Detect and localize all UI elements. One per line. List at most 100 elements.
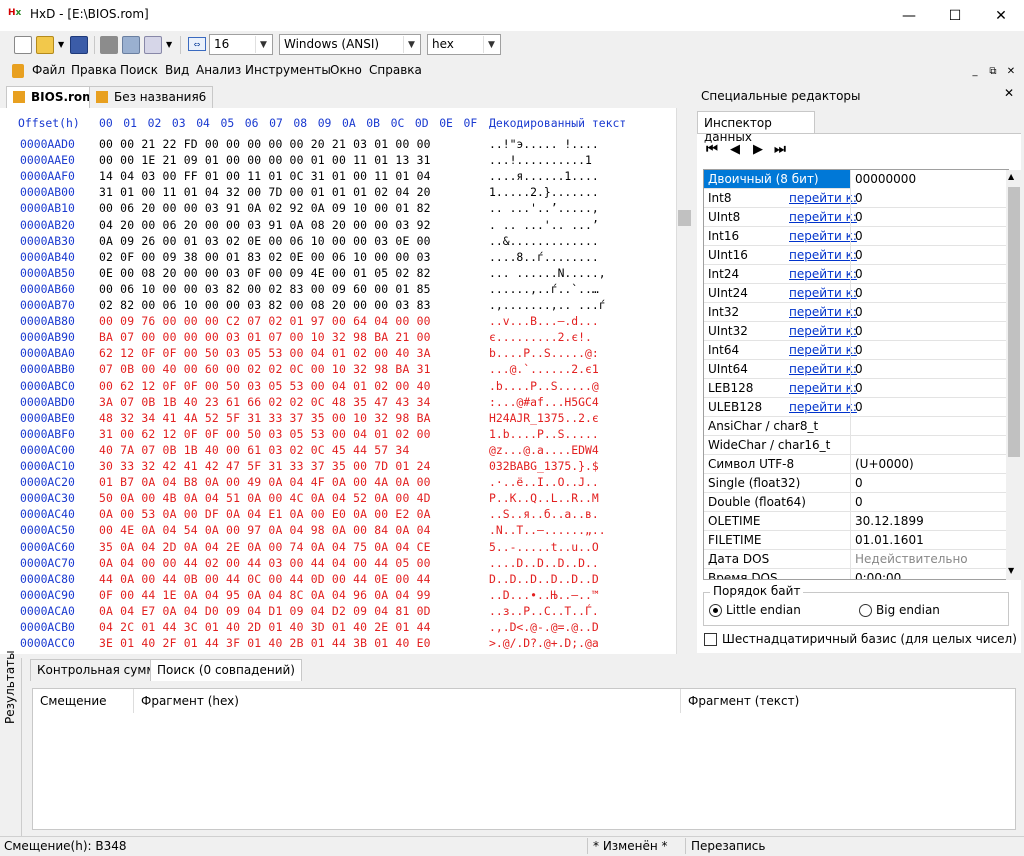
col-fragment-text[interactable]: Фрагмент (текст)	[688, 694, 799, 708]
inspector-value[interactable]: 0	[855, 305, 863, 319]
row-decoded-text[interactable]: ...@.`......2.є1	[489, 362, 599, 376]
inspector-value[interactable]: 0	[855, 286, 863, 300]
row-decoded-text[interactable]: 5..-.....t..u..О	[489, 540, 599, 554]
little-endian-label[interactable]: Little endian	[726, 603, 801, 617]
close-button[interactable]: ✕	[978, 0, 1024, 31]
inspector-row[interactable]: Int32 перейти к: 0	[704, 303, 1008, 322]
row-hex-bytes[interactable]: 14 04 03 00 FF 01 00 11 01 0C 31 01 00 1…	[99, 169, 431, 183]
inspector-value[interactable]: 0	[855, 476, 863, 490]
memory-icon[interactable]	[144, 36, 162, 54]
row-decoded-text[interactable]: 032BABG_1375.}.$	[489, 459, 599, 473]
row-decoded-text[interactable]: є.........2.є!.	[489, 330, 592, 344]
goto-link[interactable]: перейти к:	[789, 305, 857, 319]
row-decoded-text[interactable]: ..з..Р..С..Т..Ѓ.	[489, 604, 599, 618]
last-icon[interactable]: ⏭	[773, 142, 787, 157]
inspector-row[interactable]: Int16 перейти к: 0	[704, 227, 1008, 246]
inspector-scrollbar-thumb[interactable]	[1008, 187, 1020, 457]
row-hex-bytes[interactable]: 0A 09 26 00 01 03 02 0E 00 06 10 00 00 0…	[99, 234, 431, 248]
inspector-row[interactable]: Int8 перейти к: 0	[704, 189, 1008, 208]
inspector-value[interactable]: 0	[855, 343, 863, 357]
inspector-value[interactable]: 0	[855, 400, 863, 414]
row-decoded-text[interactable]: .·..ё..I..O..J..	[489, 475, 599, 489]
row-decoded-text[interactable]: @z...@.a....EDW4	[489, 443, 599, 457]
row-decoded-text[interactable]: ... ......N.....,	[489, 266, 606, 280]
row-hex-bytes[interactable]: 0A 04 E7 0A 04 D0 09 04 D1 09 04 D2 09 0…	[99, 604, 431, 618]
row-hex-bytes[interactable]: 31 01 00 11 01 04 32 00 7D 00 01 01 01 0…	[99, 185, 431, 199]
row-hex-bytes[interactable]: BA 07 00 00 00 00 03 01 07 00 10 32 98 B…	[99, 330, 431, 344]
row-decoded-text[interactable]: 1.....2.}.......	[489, 185, 599, 199]
row-hex-bytes[interactable]: 07 0B 00 40 00 60 00 02 02 0C 00 10 32 9…	[99, 362, 431, 376]
inspector-value[interactable]: 0	[855, 267, 863, 281]
inspector-row[interactable]: UInt24 перейти к: 0	[704, 284, 1008, 303]
row-decoded-text[interactable]: ...!..........1	[489, 153, 592, 167]
row-decoded-text[interactable]: D..D..D..D..D..D	[489, 572, 599, 586]
big-endian-radio[interactable]	[859, 604, 872, 617]
row-decoded-text[interactable]: ..!"э..... !....	[489, 137, 599, 151]
row-decoded-text[interactable]: ......,..ѓ..`..…	[489, 282, 599, 296]
row-hex-bytes[interactable]: 0A 04 00 00 44 02 00 44 03 00 44 04 00 4…	[99, 556, 431, 570]
inspector-value[interactable]: Недействительно	[855, 552, 968, 566]
inspector-row[interactable]: Символ UTF-8 (U+0000)	[704, 455, 1008, 474]
row-decoded-text[interactable]: b....P..S.....@:	[489, 346, 599, 360]
row-decoded-text[interactable]: ..&.............	[489, 234, 599, 248]
row-decoded-text[interactable]: .,.D<.@-.@=.@..D	[489, 620, 599, 634]
inspector-row[interactable]: UInt32 перейти к: 0	[704, 322, 1008, 341]
scroll-down-icon[interactable]: ▼	[1008, 566, 1014, 575]
row-decoded-text[interactable]: ....D..D..D..D..	[489, 556, 599, 570]
next-icon[interactable]: ▶	[751, 142, 765, 157]
big-endian-label[interactable]: Big endian	[876, 603, 940, 617]
goto-link[interactable]: перейти к:	[789, 362, 857, 376]
row-decoded-text[interactable]: P..K..Q..L..R..M	[489, 491, 599, 505]
inspector-row[interactable]: AnsiChar / char8_t	[704, 417, 1008, 436]
row-decoded-text[interactable]: >.@/.D?.@+.D;.@а	[489, 636, 599, 650]
inspector-value[interactable]: 0	[855, 210, 863, 224]
inspector-value[interactable]: 0	[855, 362, 863, 376]
inspector-row[interactable]: ULEB128 перейти к: 0	[704, 398, 1008, 417]
inspector-value[interactable]: 0	[855, 229, 863, 243]
inspector-value[interactable]: 0:00:00	[855, 571, 901, 579]
goto-link[interactable]: перейти к:	[789, 248, 857, 262]
close-file-icon[interactable]	[100, 36, 118, 54]
row-decoded-text[interactable]: H24AJR_1375..2.є	[489, 411, 599, 425]
row-hex-bytes[interactable]: 01 B7 0A 04 B8 0A 00 49 0A 04 4F 0A 00 4…	[99, 475, 431, 489]
bytes-per-row-select[interactable]: 16 ▼	[209, 34, 273, 55]
goto-link[interactable]: перейти к:	[789, 191, 857, 205]
inspector-row[interactable]: Дата DOS Недействительно	[704, 550, 1008, 569]
row-hex-bytes[interactable]: 02 0F 00 09 38 00 01 83 02 0E 00 06 10 0…	[99, 250, 431, 264]
scroll-up-icon[interactable]: ▲	[1008, 172, 1014, 181]
disk-icon[interactable]	[122, 36, 140, 54]
minimize-button[interactable]: —	[886, 0, 932, 31]
inspector-row[interactable]: UInt64 перейти к: 0	[704, 360, 1008, 379]
maximize-button[interactable]: ☐	[932, 0, 978, 31]
row-hex-bytes[interactable]: 04 20 00 06 20 00 00 03 91 0A 08 20 00 0…	[99, 218, 431, 232]
row-hex-bytes[interactable]: 48 32 34 41 4A 52 5F 31 33 37 35 00 10 3…	[99, 411, 431, 425]
menu-item-1[interactable]: Правка	[71, 63, 117, 77]
row-decoded-text[interactable]: .Eз.Fа.Eз.Fп.Dп.	[489, 652, 599, 654]
inspector-row[interactable]: Int24 перейти к: 0	[704, 265, 1008, 284]
charset-select[interactable]: Windows (ANSI) ▼	[279, 34, 421, 55]
tab-checksum[interactable]: Контрольная сумма	[30, 659, 170, 681]
row-hex-bytes[interactable]: 31 00 62 12 0F 0F 00 50 03 05 53 00 04 0…	[99, 427, 431, 441]
tab-data-inspector[interactable]: Инспектор данных	[697, 111, 815, 144]
first-icon[interactable]: ⏮	[705, 142, 719, 157]
inspector-row[interactable]: WideChar / char16_t	[704, 436, 1008, 455]
menu-item-3[interactable]: Вид	[165, 63, 189, 77]
menu-item-6[interactable]: Окно	[330, 63, 362, 77]
inspector-value[interactable]: 0	[855, 248, 863, 262]
row-decoded-text[interactable]: ....я......1....	[489, 169, 599, 183]
open-folder-icon[interactable]	[36, 36, 54, 54]
goto-link[interactable]: перейти к:	[789, 229, 857, 243]
tab-bios-rom[interactable]: BIOS.rom	[6, 86, 102, 108]
hex-scrollbar[interactable]	[676, 108, 693, 654]
tab-search-results[interactable]: Поиск (0 совпадений)	[150, 659, 302, 681]
row-decoded-text[interactable]: . .. ...'.. ...’	[489, 218, 599, 232]
row-hex-bytes[interactable]: 00 09 76 00 00 00 C2 07 02 01 97 00 64 0…	[99, 314, 431, 328]
row-hex-bytes[interactable]: 62 12 0F 0F 00 50 03 05 53 00 04 01 02 0…	[99, 346, 431, 360]
row-hex-bytes[interactable]: 50 0A 00 4B 0A 04 51 0A 00 4C 0A 04 52 0…	[99, 491, 431, 505]
inspector-row[interactable]: UInt16 перейти к: 0	[704, 246, 1008, 265]
row-hex-bytes[interactable]: 02 82 00 06 10 00 00 03 82 00 08 20 00 0…	[99, 298, 431, 312]
inspector-value[interactable]: 0	[855, 324, 863, 338]
hex-base-checkbox[interactable]	[704, 633, 717, 646]
menu-item-5[interactable]: Инструменты	[245, 63, 331, 77]
row-decoded-text[interactable]: :...@#af...H5GC4	[489, 395, 599, 409]
